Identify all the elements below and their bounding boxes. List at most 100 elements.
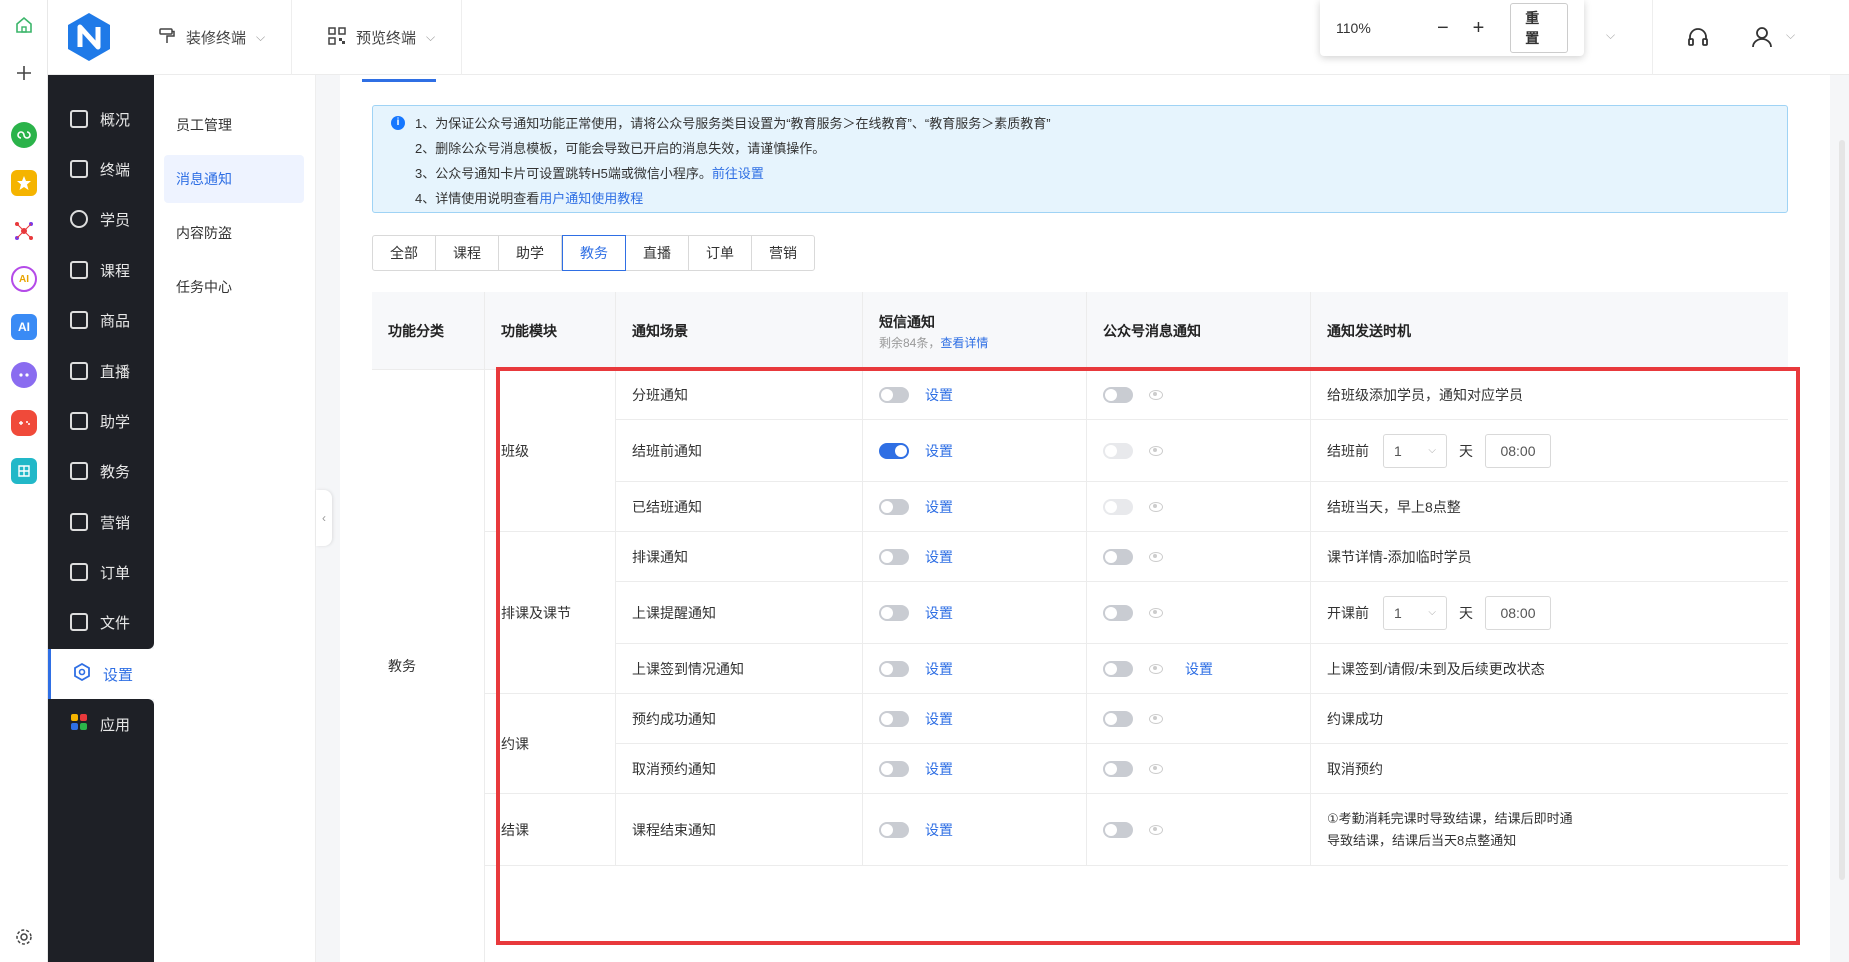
wechat-toggle[interactable] [1103, 660, 1133, 677]
zoom-control: 110% − + 重置 [1320, 0, 1584, 56]
plus-icon[interactable] [11, 60, 37, 86]
filter-live[interactable]: 直播 [626, 236, 689, 270]
sidebar-item-orders[interactable]: 订单 [48, 547, 154, 597]
sms-settings-link[interactable]: 设置 [925, 759, 953, 779]
sms-cell: 设置 [863, 482, 1087, 532]
tutorial-link[interactable]: 用户通知使用教程 [539, 191, 643, 206]
sms-settings-link[interactable]: 设置 [925, 659, 953, 679]
sms-cell: 设置 [863, 744, 1087, 794]
sms-settings-link[interactable]: 设置 [925, 547, 953, 567]
app-rail: AI AI [0, 0, 48, 962]
gear-icon[interactable] [11, 924, 37, 950]
wechat-toggle[interactable] [1103, 710, 1133, 727]
wechat-toggle[interactable] [1103, 386, 1133, 403]
sidebar-item-courses[interactable]: 课程 [48, 245, 154, 295]
sidebar-item-overview[interactable]: 概况 [48, 94, 154, 144]
book-icon [70, 462, 88, 480]
filter-orders[interactable]: 订单 [689, 236, 752, 270]
subnav-item-content-protection[interactable]: 内容防盗 [164, 209, 304, 257]
days-select[interactable]: 1 ⌵ [1383, 433, 1447, 468]
sidebar-item-products[interactable]: 商品 [48, 295, 154, 345]
zoom-out-button[interactable]: − [1425, 17, 1461, 40]
subnav-item-task-center[interactable]: 任务中心 [164, 263, 304, 311]
eye-icon[interactable] [1149, 663, 1163, 674]
module-cell-booking: 约课 [485, 694, 616, 794]
decor-terminal-button[interactable]: 装修终端 ⌵ [132, 0, 293, 75]
sms-settings-link[interactable]: 设置 [925, 441, 953, 461]
wechat-toggle[interactable] [1103, 442, 1133, 459]
timing-cell: ①考勤消耗完课时导致结课，结课后即时通 导致结课，结课后当天8点整通知 [1311, 794, 1788, 866]
star-icon[interactable] [11, 170, 37, 196]
days-select[interactable]: 1 ⌵ [1383, 595, 1447, 630]
sms-details-link[interactable]: 查看详情 [940, 336, 988, 350]
sidebar-item-academic[interactable]: 教务 [48, 446, 154, 496]
go-settings-link[interactable]: 前往设置 [712, 166, 764, 181]
page-scrollbar[interactable] [1839, 140, 1845, 880]
chevron-down-icon[interactable]: ⌵ [1606, 28, 1615, 43]
sms-settings-link[interactable]: 设置 [925, 385, 953, 405]
wechat-toggle[interactable] [1103, 548, 1133, 565]
user-avatar-icon[interactable] [1750, 25, 1774, 52]
bot-icon[interactable] [11, 362, 37, 388]
wechat-toggle[interactable] [1103, 498, 1133, 515]
eye-icon[interactable] [1149, 607, 1163, 618]
miniapp-icon[interactable] [11, 122, 37, 148]
eye-icon[interactable] [1149, 824, 1163, 835]
wechat-settings-link[interactable]: 设置 [1185, 659, 1213, 679]
sms-toggle[interactable] [879, 821, 909, 838]
wechat-toggle[interactable] [1103, 760, 1133, 777]
filter-marketing[interactable]: 营销 [752, 236, 814, 270]
sidebar-item-marketing[interactable]: 营销 [48, 497, 154, 547]
subnav-item-staff[interactable]: 员工管理 [164, 101, 304, 149]
sms-toggle[interactable] [879, 660, 909, 677]
wechat-toggle[interactable] [1103, 604, 1133, 621]
zoom-in-button[interactable]: + [1461, 17, 1497, 40]
headset-icon[interactable] [1686, 26, 1710, 53]
preview-terminal-button[interactable]: 预览终端 ⌵ [302, 0, 463, 75]
filter-course[interactable]: 课程 [436, 236, 499, 270]
zoom-reset-button[interactable]: 重置 [1510, 3, 1568, 53]
sms-toggle[interactable] [879, 548, 909, 565]
sms-settings-link[interactable]: 设置 [925, 497, 953, 517]
eye-icon[interactable] [1149, 389, 1163, 400]
header-wechat: 公众号消息通知 [1087, 292, 1311, 370]
sms-toggle[interactable] [879, 760, 909, 777]
network-icon[interactable] [11, 218, 37, 244]
home-icon[interactable] [11, 12, 37, 38]
eye-icon[interactable] [1149, 445, 1163, 456]
sms-toggle[interactable] [879, 386, 909, 403]
sidebar-item-study-aid[interactable]: 助学 [48, 396, 154, 446]
game-icon[interactable] [11, 410, 37, 436]
sidebar-item-terminal[interactable]: 终端 [48, 144, 154, 194]
wechat-toggle[interactable] [1103, 821, 1133, 838]
collapse-sidebar-handle[interactable]: ‹ [316, 490, 332, 546]
puzzle-icon[interactable] [11, 458, 37, 484]
sidebar-item-files[interactable]: 文件 [48, 597, 154, 647]
sidebar-item-apps[interactable]: 应用 [48, 699, 154, 749]
eye-icon[interactable] [1149, 551, 1163, 562]
ai-square-icon[interactable]: AI [11, 314, 37, 340]
eye-icon[interactable] [1149, 713, 1163, 724]
sms-toggle[interactable] [879, 710, 909, 727]
sidebar-item-students[interactable]: 学员 [48, 194, 154, 244]
sms-settings-link[interactable]: 设置 [925, 603, 953, 623]
ai-circle-icon[interactable]: AI [11, 266, 37, 292]
notice-line-2: 2、删除公众号消息模板，可能会导致已开启的消息失效，请谨慎操作。 [415, 141, 826, 156]
sms-toggle[interactable] [879, 604, 909, 621]
sms-toggle[interactable] [879, 442, 909, 459]
eye-icon[interactable] [1149, 501, 1163, 512]
filter-all[interactable]: 全部 [373, 236, 436, 270]
eye-icon[interactable] [1149, 763, 1163, 774]
sms-settings-link[interactable]: 设置 [925, 820, 953, 840]
filter-study-aid[interactable]: 助学 [499, 236, 562, 270]
active-tab-indicator [362, 79, 436, 82]
subnav-item-notifications[interactable]: 消息通知 [164, 155, 304, 203]
sidebar-item-settings[interactable]: 设置 [48, 649, 154, 699]
filter-academic[interactable]: 教务 [562, 235, 626, 271]
sms-settings-link[interactable]: 设置 [925, 709, 953, 729]
sms-toggle[interactable] [879, 498, 909, 515]
time-picker[interactable]: 08:00 [1485, 433, 1551, 468]
chevron-down-icon[interactable]: ⌵ [1786, 28, 1795, 43]
sidebar-item-live[interactable]: 直播 [48, 346, 154, 396]
time-picker[interactable]: 08:00 [1485, 595, 1551, 630]
